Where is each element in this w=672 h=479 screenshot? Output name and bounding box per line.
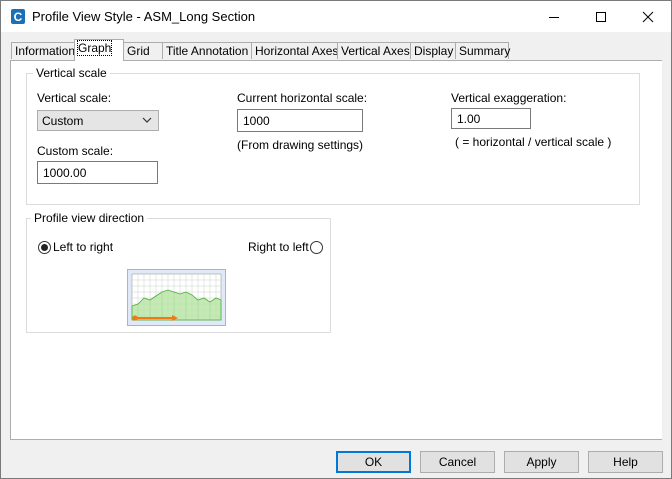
right-to-left-radio[interactable] [310,241,323,254]
vertical-exaggeration-input[interactable]: 1.00 [451,108,531,129]
left-to-right-radio[interactable] [38,241,51,254]
custom-scale-value: 1000.00 [43,165,87,180]
right-to-left-label[interactable]: Right to left [248,240,309,254]
tab-display[interactable]: Display [410,42,456,59]
svg-text:C: C [14,10,23,24]
tab-label: Horizontal Axes [255,44,339,58]
help-button[interactable]: Help [588,451,663,473]
cancel-button[interactable]: Cancel [420,451,495,473]
vertical-scale-label: Vertical scale: [37,91,112,105]
tab-vertical-axes[interactable]: Vertical Axes [337,42,411,59]
tab-horizontal-axes[interactable]: Horizontal Axes [251,42,338,59]
minimize-icon [549,16,559,18]
from-drawing-settings-note: (From drawing settings) [237,138,364,152]
graph-tab-page: Vertical scale Vertical scale: Custom Cu… [10,60,663,440]
minimize-button[interactable] [531,1,577,32]
tab-label: Summary [459,44,511,58]
current-horizontal-scale-input[interactable]: 1000 [237,109,363,132]
vertical-scale-group: Vertical scale Vertical scale: Custom Cu… [26,66,640,205]
tab-graph[interactable]: Graph [74,39,124,61]
maximize-icon [596,11,606,22]
tab-label: Vertical Axes [341,44,410,58]
apply-button[interactable]: Apply [504,451,579,473]
tab-summary[interactable]: Summary [455,42,511,59]
tab-label: Title Annotation [166,44,249,58]
ok-button[interactable]: OK [336,451,411,473]
tab-label: Graph [76,40,113,56]
profile-view-style-dialog: C Profile View Style - ASM_Long Section … [0,0,672,479]
tab-label: Grid [127,44,150,58]
profile-preview-graphic [131,273,222,321]
tab-title-annotation[interactable]: Title Annotation [162,42,254,59]
chevron-down-icon [142,117,152,123]
group-title: Profile view direction [31,211,148,225]
vertical-scale-value: Custom [42,113,84,128]
close-icon [642,11,654,22]
current-horizontal-scale-value: 1000 [243,113,270,128]
tab-label: Display [414,44,454,58]
vertical-exaggeration-value: 1.00 [457,111,481,126]
civil3d-app-icon: C [11,9,25,24]
custom-scale-label: Custom scale: [37,144,114,158]
group-title: Vertical scale [33,66,110,80]
vertical-exaggeration-label: Vertical exaggeration: [451,91,567,105]
tab-grid[interactable]: Grid [123,42,163,59]
left-to-right-label[interactable]: Left to right [53,240,113,254]
vertical-scale-dropdown[interactable]: Custom [37,110,159,131]
maximize-button[interactable] [578,1,624,32]
window-title: Profile View Style - ASM_Long Section [32,9,256,24]
title-bar[interactable]: C Profile View Style - ASM_Long Section [1,1,671,32]
tab-label: Information [15,44,76,58]
tab-strip: Information Graph Grid Title Annotation … [11,39,651,61]
window-right-edge [662,60,671,441]
profile-direction-preview [127,269,226,326]
custom-scale-input[interactable]: 1000.00 [37,161,158,184]
tab-information[interactable]: Information [11,42,75,59]
exaggeration-formula-note: ( = horizontal / vertical scale ) [455,135,612,149]
current-horizontal-scale-label: Current horizontal scale: [237,91,368,105]
dialog-button-bar: OK Cancel Apply Help [1,441,671,478]
close-button[interactable] [625,1,671,32]
